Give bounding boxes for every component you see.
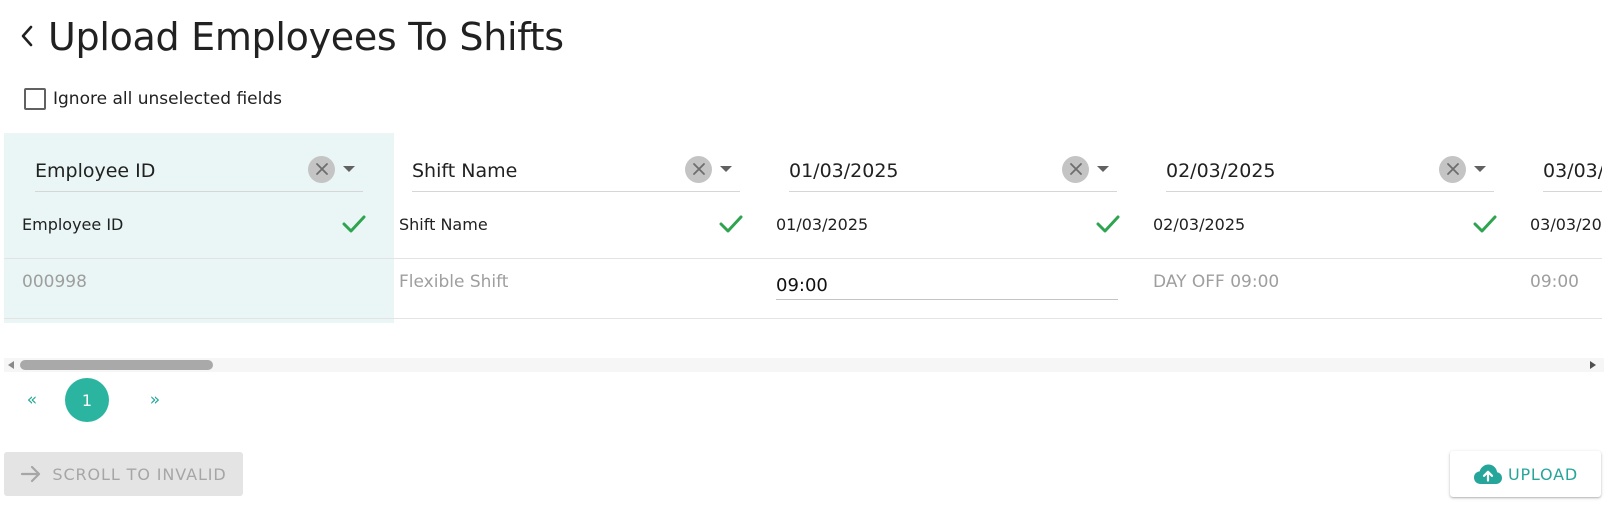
- source-header-label: 03/03/2025: [1530, 214, 1602, 234]
- close-icon: [1069, 163, 1082, 175]
- table-cell[interactable]: 000998: [22, 272, 87, 292]
- table-cell[interactable]: 09:00: [1530, 272, 1579, 292]
- table-cell[interactable]: Flexible Shift: [399, 272, 508, 292]
- ignore-unselected-checkbox[interactable]: [24, 88, 46, 110]
- field-select-value: Employee ID: [35, 160, 156, 182]
- clear-field-button[interactable]: [1439, 155, 1466, 183]
- mapping-column: 02/03/2025 02/03/2025 DAY OFF 09:00: [1135, 133, 1525, 323]
- valid-check-icon: [719, 214, 743, 234]
- upload-label: UPLOAD: [1507, 464, 1579, 484]
- field-dropdown-button[interactable]: [712, 156, 740, 183]
- pagination: « 1 »: [16, 378, 171, 422]
- field-select-value: 02/03/2025: [1166, 160, 1276, 182]
- previous-page-button[interactable]: «: [16, 378, 48, 422]
- valid-check-icon: [342, 214, 366, 234]
- upload-button[interactable]: UPLOAD: [1450, 451, 1601, 497]
- page-header: Upload Employees To Shifts: [14, 14, 564, 60]
- next-page-button[interactable]: »: [139, 378, 171, 422]
- table-cell[interactable]: DAY OFF 09:00: [1153, 272, 1279, 292]
- source-header-label: Shift Name: [399, 214, 488, 234]
- source-header-label: 01/03/2025: [776, 214, 869, 234]
- field-select-value: 03/03/2025: [1543, 160, 1602, 182]
- caret-down-icon: [1474, 166, 1486, 172]
- mapping-column: Shift Name Shift Name Flexible Shift: [381, 133, 771, 323]
- source-header-label: Employee ID: [22, 214, 124, 234]
- field-dropdown-button[interactable]: [335, 156, 363, 183]
- page-button-current[interactable]: 1: [65, 378, 109, 422]
- mapping-grid-inner: Employee ID Employee ID 000998 Shift Nam…: [4, 133, 1602, 323]
- field-dropdown-button[interactable]: [1089, 156, 1117, 183]
- caret-down-icon: [720, 166, 732, 172]
- close-icon: [692, 163, 705, 175]
- page-title: Upload Employees To Shifts: [48, 15, 564, 59]
- scrollbar-thumb[interactable]: [20, 360, 213, 370]
- clear-field-button[interactable]: [1062, 155, 1089, 183]
- cell-edit-input[interactable]: [776, 263, 1118, 300]
- scroll-left-arrow-icon[interactable]: [8, 361, 14, 369]
- source-header: Shift Name: [399, 199, 743, 249]
- field-select[interactable]: Shift Name: [412, 145, 740, 192]
- scroll-right-arrow-icon[interactable]: [1590, 361, 1596, 369]
- chevron-left-icon: [21, 25, 33, 47]
- close-icon: [1446, 163, 1459, 175]
- field-select[interactable]: 02/03/2025: [1166, 145, 1494, 192]
- clear-field-button[interactable]: [308, 155, 335, 183]
- mapping-grid: Employee ID Employee ID 000998 Shift Nam…: [4, 133, 1602, 323]
- ignore-unselected-option[interactable]: Ignore all unselected fields: [24, 88, 282, 110]
- caret-down-icon: [343, 166, 355, 172]
- field-select-value: 01/03/2025: [789, 160, 899, 182]
- close-icon: [315, 163, 328, 175]
- source-header: Employee ID: [22, 199, 366, 249]
- clear-field-button[interactable]: [685, 155, 712, 183]
- source-header: 01/03/2025: [776, 199, 1120, 249]
- source-header: 03/03/2025: [1530, 199, 1602, 249]
- cloud-upload-icon: [1473, 464, 1502, 484]
- field-select[interactable]: 03/03/2025: [1543, 145, 1602, 192]
- valid-check-icon: [1473, 214, 1497, 234]
- source-header: 02/03/2025: [1153, 199, 1497, 249]
- arrow-right-icon: [21, 465, 41, 483]
- mapping-column: 03/03/2025 03/03/2025 09:00: [1512, 133, 1602, 323]
- back-button[interactable]: [14, 17, 40, 57]
- field-select[interactable]: Employee ID: [35, 145, 363, 192]
- horizontal-scrollbar[interactable]: [4, 358, 1604, 372]
- row-divider: [4, 258, 1602, 259]
- source-header-label: 02/03/2025: [1153, 214, 1246, 234]
- mapping-column: 01/03/2025 01/03/2025: [758, 133, 1148, 323]
- valid-check-icon: [1096, 214, 1120, 234]
- mapping-column: Employee ID Employee ID 000998: [4, 133, 394, 323]
- scroll-to-invalid-button[interactable]: SCROLL TO INVALID: [4, 452, 243, 496]
- field-select[interactable]: 01/03/2025: [789, 145, 1117, 192]
- caret-down-icon: [1097, 166, 1109, 172]
- field-select-value: Shift Name: [412, 160, 518, 182]
- field-dropdown-button[interactable]: [1466, 156, 1494, 183]
- scroll-to-invalid-label: SCROLL TO INVALID: [52, 464, 227, 484]
- ignore-unselected-label: Ignore all unselected fields: [53, 89, 282, 109]
- row-divider: [4, 318, 1602, 319]
